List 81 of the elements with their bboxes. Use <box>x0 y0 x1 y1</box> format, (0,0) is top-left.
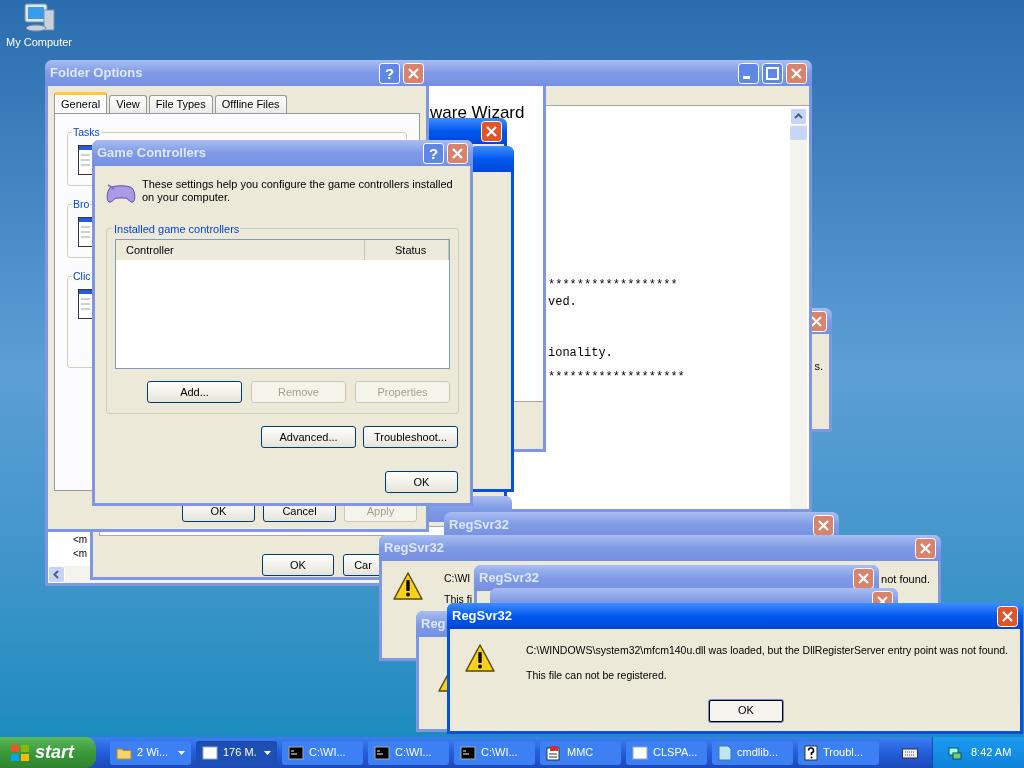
console-tree-icon <box>546 744 562 761</box>
maximize-button[interactable] <box>762 62 783 84</box>
caret-icon <box>178 750 185 755</box>
tab[interactable]: Offline Files <box>214 95 287 113</box>
dialog-button[interactable]: Troubleshoot... <box>363 426 458 448</box>
console-icon <box>460 745 476 760</box>
document-icon <box>718 744 732 761</box>
tab[interactable]: File Types <box>148 95 213 113</box>
minimize-button[interactable] <box>738 62 759 84</box>
caret-icon <box>264 750 271 755</box>
taskbar-button[interactable]: 176 M. <box>196 740 277 765</box>
close-button[interactable] <box>481 120 502 142</box>
close-button[interactable] <box>813 514 834 536</box>
error-message: not found. <box>881 572 930 587</box>
close-button[interactable] <box>997 605 1018 627</box>
window-title: Folder Options <box>50 64 143 83</box>
windows-flag-icon <box>10 743 30 762</box>
close-button[interactable] <box>853 567 874 589</box>
tab[interactable]: View <box>109 95 147 113</box>
scroll-up-icon[interactable] <box>790 108 807 125</box>
taskbar-button[interactable]: C:\WI... <box>368 740 449 765</box>
scrollbar[interactable] <box>790 108 807 509</box>
message-text: s. <box>814 359 823 374</box>
close-button[interactable] <box>447 142 468 164</box>
taskbar-button[interactable]: C:\WI... <box>282 740 363 765</box>
taskbar-button[interactable]: MMC <box>540 740 621 765</box>
ok-button[interactable]: OK <box>709 699 783 722</box>
window-icon <box>202 745 218 760</box>
warning-icon <box>392 571 424 601</box>
taskbar-button[interactable]: CLSPA... <box>626 740 707 765</box>
text-line: ****************** <box>548 278 679 292</box>
error-note: This fi <box>444 591 472 607</box>
dialog-button[interactable]: OK <box>262 554 334 576</box>
tab[interactable]: General <box>54 92 108 113</box>
text-line: <m <box>73 533 88 547</box>
computer-icon <box>22 2 56 34</box>
error-note: This file can not be registered. <box>526 667 668 683</box>
window-title: Game Controllers <box>97 144 207 163</box>
description-text: These settings help you configure the game controllers installed on your computer. <box>142 178 454 204</box>
console-icon <box>288 745 304 760</box>
text-line: ******************* <box>548 370 686 384</box>
start-button[interactable]: start <box>0 737 96 768</box>
network-icon[interactable] <box>947 744 963 761</box>
window-icon <box>78 145 92 175</box>
close-button[interactable] <box>403 62 424 84</box>
scroll-left-icon[interactable] <box>48 566 65 583</box>
taskbar-button[interactable]: 2 Wi... <box>110 740 191 765</box>
text-line: ionality. <box>548 346 614 360</box>
taskbar-button[interactable]: Troubl... <box>798 740 879 765</box>
help-icon <box>804 744 818 761</box>
column-header[interactable]: Status <box>365 240 449 260</box>
window-icon <box>632 745 648 760</box>
dialog-button[interactable]: OK <box>385 471 458 493</box>
window-icon <box>78 217 92 247</box>
window-title: Reg <box>421 615 446 634</box>
window-title: RegSvr32 <box>452 607 512 626</box>
gamepad-icon <box>106 182 136 204</box>
column-header[interactable]: Controller <box>116 240 365 260</box>
scroll-thumb[interactable] <box>790 126 807 140</box>
error-message: C:\WINDOWS\system32\mfcm140u.dll was loaded, but the DllRegisterServer entry point was not found. <box>526 643 1010 658</box>
folder-icon <box>116 745 132 760</box>
dialog-button[interactable]: Advanced... <box>261 426 356 448</box>
error-message: C:\WI <box>444 571 472 586</box>
window-title: RegSvr32 <box>449 516 509 535</box>
close-button[interactable] <box>915 537 936 559</box>
taskbar-button[interactable]: C:\WI... <box>454 740 535 765</box>
controller-list[interactable]: Controller Status <box>115 239 450 369</box>
clock[interactable]: 8:42 AM <box>971 744 1012 761</box>
keyboard-icon[interactable] <box>902 746 918 759</box>
window-icon <box>78 289 92 319</box>
text-line: ved. <box>548 295 578 309</box>
taskbar-button[interactable]: cmdlib... <box>712 740 793 765</box>
wizard-heading: ware Wizard <box>430 103 525 122</box>
desktop-icon-label[interactable]: My Computer <box>6 34 72 51</box>
warning-icon <box>464 643 496 673</box>
window-title: RegSvr32 <box>384 539 444 558</box>
close-button[interactable] <box>786 62 807 84</box>
console-icon <box>374 745 390 760</box>
text-line: <m <box>73 547 88 561</box>
dialog-button[interactable]: Add... <box>147 381 242 403</box>
window-title: RegSvr32 <box>479 569 539 588</box>
